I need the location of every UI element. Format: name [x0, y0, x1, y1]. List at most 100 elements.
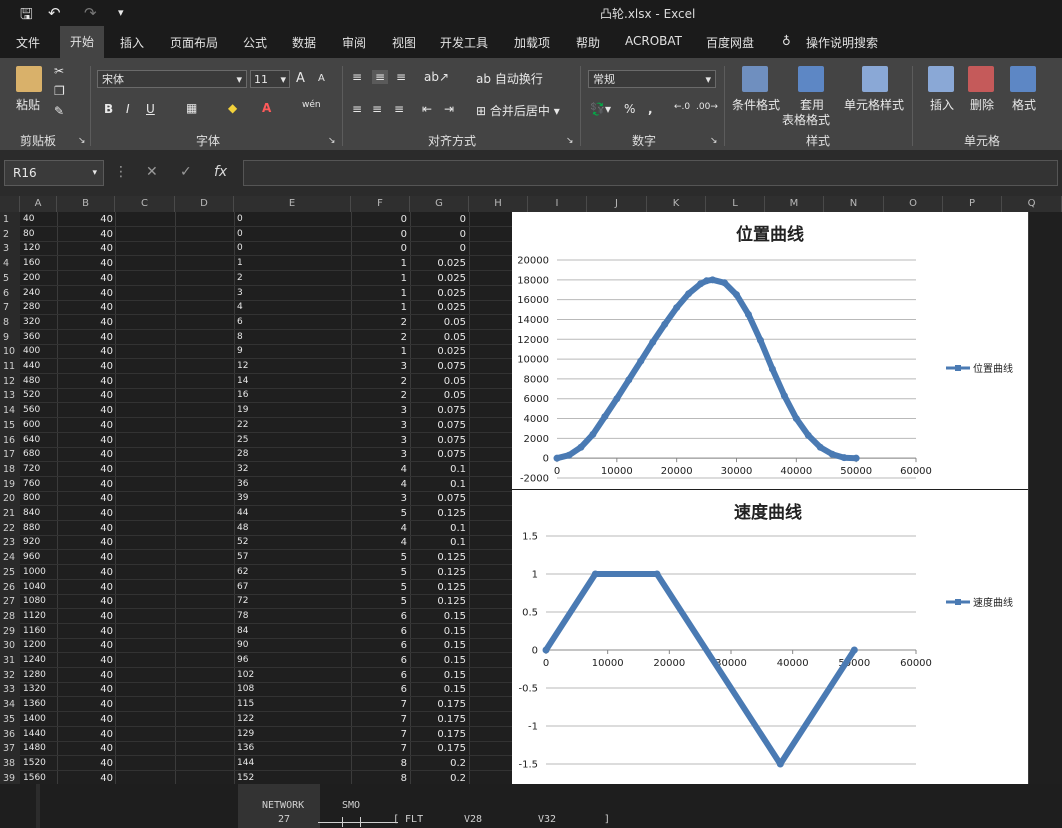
column-header[interactable]: K [647, 196, 706, 212]
cell-b[interactable]: 40 [57, 609, 115, 624]
cell-a[interactable]: 320 [23, 315, 57, 330]
cell-f[interactable]: 5 [351, 506, 410, 521]
column-header[interactable]: E [234, 196, 351, 212]
cell-f[interactable]: 6 [351, 682, 410, 697]
cell-e[interactable]: 122 [237, 712, 347, 727]
cell-f[interactable]: 3 [351, 491, 410, 506]
cell-g[interactable]: 0.125 [410, 580, 469, 595]
cell-a[interactable]: 1480 [23, 741, 57, 756]
number-launcher-icon[interactable]: ↘ [710, 136, 718, 146]
row-header[interactable]: 15 [0, 418, 20, 433]
row-header[interactable]: 28 [0, 609, 20, 624]
cell-g[interactable]: 0 [410, 241, 469, 256]
cell-a[interactable]: 1360 [23, 697, 57, 712]
cell-a[interactable]: 1080 [23, 594, 57, 609]
cell-f[interactable]: 7 [351, 741, 410, 756]
cell-f[interactable]: 4 [351, 521, 410, 536]
cell-g[interactable]: 0.05 [410, 374, 469, 389]
cell-a[interactable]: 240 [23, 286, 57, 301]
column-header[interactable]: Q [1002, 196, 1062, 212]
align-left-icon[interactable]: ≡ [352, 102, 362, 116]
velocity-chart[interactable]: 速度曲线 -1.5 -1 -0.5 0 0.5 1 1.5 0 10000 20000 30000 40… [512, 490, 1028, 784]
cell-a[interactable]: 880 [23, 521, 57, 536]
cell-b[interactable]: 40 [57, 359, 115, 374]
decrease-decimal-icon[interactable]: .00→ [696, 102, 718, 112]
cell-g[interactable]: 0.15 [410, 682, 469, 697]
cut-icon[interactable]: ✂ [54, 64, 64, 78]
cell-b[interactable]: 40 [57, 256, 115, 271]
cell-a[interactable]: 40 [23, 212, 57, 227]
row-header[interactable]: 25 [0, 565, 20, 580]
cell-g[interactable]: 0.075 [410, 447, 469, 462]
cell-a[interactable]: 720 [23, 462, 57, 477]
cell-g[interactable]: 0.2 [410, 756, 469, 771]
tab-data[interactable]: 数据 [292, 34, 316, 51]
enter-formula-button[interactable]: ✓ [180, 164, 192, 180]
cell-f[interactable]: 2 [351, 315, 410, 330]
cell-b[interactable]: 40 [57, 550, 115, 565]
row-header[interactable]: 27 [0, 594, 20, 609]
cell-e[interactable]: 16 [237, 388, 347, 403]
cell-b[interactable]: 40 [57, 315, 115, 330]
column-header[interactable]: G [410, 196, 469, 212]
paste-icon[interactable] [16, 66, 42, 92]
cell-b[interactable]: 40 [57, 227, 115, 242]
cell-e[interactable]: 12 [237, 359, 347, 374]
increase-decimal-icon[interactable]: ←.0 [674, 102, 690, 112]
name-box[interactable]: R16 ▾ [4, 160, 104, 186]
insert-function-button[interactable]: fx [214, 164, 227, 180]
tab-page-layout[interactable]: 页面布局 [170, 34, 218, 51]
cell-e[interactable]: 6 [237, 315, 347, 330]
cell-f[interactable]: 1 [351, 344, 410, 359]
cell-b[interactable]: 40 [57, 212, 115, 227]
cell-a[interactable]: 1520 [23, 756, 57, 771]
cell-f[interactable]: 7 [351, 712, 410, 727]
cell-e[interactable]: 8 [237, 330, 347, 345]
cell-g[interactable]: 0.025 [410, 271, 469, 286]
cell-a[interactable]: 600 [23, 418, 57, 433]
cell-b[interactable]: 40 [57, 388, 115, 403]
italic-button[interactable]: I [126, 102, 130, 116]
cell-e[interactable]: 78 [237, 609, 347, 624]
cell-a[interactable]: 160 [23, 256, 57, 271]
fill-color-icon[interactable]: ◆ [228, 101, 237, 115]
cell-g[interactable]: 0.15 [410, 609, 469, 624]
cell-g[interactable]: 0.175 [410, 741, 469, 756]
cell-a[interactable]: 1240 [23, 653, 57, 668]
cell-styles-button[interactable]: 单元格样式 [844, 96, 904, 113]
cell-g[interactable]: 0.075 [410, 403, 469, 418]
cell-g[interactable]: 0.125 [410, 550, 469, 565]
cell-b[interactable]: 40 [57, 286, 115, 301]
comma-button[interactable]: , [648, 102, 653, 116]
row-header[interactable]: 24 [0, 550, 20, 565]
tell-me-search[interactable]: 操作说明搜索 [806, 34, 878, 51]
align-center-icon[interactable]: ≡ [372, 102, 382, 116]
tab-insert[interactable]: 插入 [120, 34, 144, 51]
cell-f[interactable]: 3 [351, 433, 410, 448]
tab-view[interactable]: 视图 [392, 34, 416, 51]
cell-a[interactable]: 1320 [23, 682, 57, 697]
row-header[interactable]: 9 [0, 330, 20, 345]
conditional-format-icon[interactable] [742, 66, 768, 92]
cell-f[interactable]: 3 [351, 447, 410, 462]
cell-g[interactable]: 0.075 [410, 359, 469, 374]
row-header[interactable]: 3 [0, 241, 20, 256]
cell-a[interactable]: 840 [23, 506, 57, 521]
cell-a[interactable]: 120 [23, 241, 57, 256]
column-header[interactable]: O [884, 196, 943, 212]
cell-f[interactable]: 6 [351, 638, 410, 653]
cell-b[interactable]: 40 [57, 565, 115, 580]
cell-g[interactable]: 0.075 [410, 433, 469, 448]
row-header[interactable]: 1 [0, 212, 20, 227]
cell-f[interactable]: 0 [351, 241, 410, 256]
cell-g[interactable]: 0.025 [410, 256, 469, 271]
cell-g[interactable]: 0.1 [410, 521, 469, 536]
cell-g[interactable]: 0.125 [410, 594, 469, 609]
align-bottom-icon[interactable]: ≡ [396, 70, 406, 84]
cell-f[interactable]: 3 [351, 403, 410, 418]
cell-e[interactable]: 14 [237, 374, 347, 389]
cell-g[interactable]: 0.025 [410, 344, 469, 359]
alignment-launcher-icon[interactable]: ↘ [566, 136, 574, 146]
cell-a[interactable]: 1200 [23, 638, 57, 653]
worksheet-grid[interactable]: 位置曲线 -2000 0 2000 4000 6000 8000 10000 12000 1400… [0, 212, 1062, 786]
